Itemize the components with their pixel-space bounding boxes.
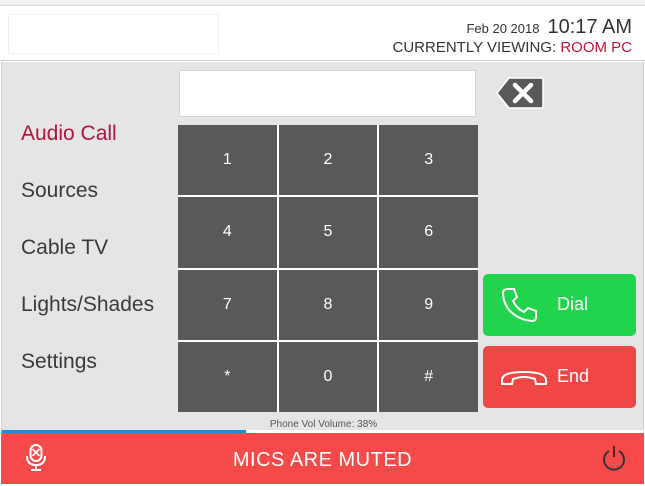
- key-0[interactable]: 0: [278, 341, 378, 412]
- dial-button[interactable]: Dial: [483, 274, 636, 336]
- nav-item-cable-tv[interactable]: Cable TV: [21, 236, 108, 260]
- viewing-label: CURRENTLY VIEWING:: [392, 39, 557, 56]
- hangup-icon: [501, 370, 547, 385]
- keypad: 1 2 3 4 5 6 7 8 9 * 0 #: [178, 125, 478, 412]
- backspace-icon[interactable]: [495, 75, 545, 111]
- phone-icon: [501, 288, 537, 323]
- key-6[interactable]: 6: [379, 197, 478, 268]
- key-4[interactable]: 4: [178, 197, 277, 268]
- mute-bar[interactable]: MICS ARE MUTED: [1, 433, 644, 484]
- date-time: Feb 20 2018 10:17 AM: [466, 16, 632, 39]
- end-label: End: [557, 366, 590, 386]
- phone-volume-label: Phone Vol Volume: 38%: [269, 419, 378, 430]
- power-icon[interactable]: [601, 445, 627, 476]
- nav-item-sources[interactable]: Sources: [21, 179, 98, 203]
- key-9[interactable]: 9: [379, 269, 478, 340]
- key-1[interactable]: 1: [178, 125, 277, 196]
- key-5[interactable]: 5: [278, 197, 378, 268]
- nav-item-lights-shades[interactable]: Lights/Shades: [21, 293, 154, 317]
- key-3[interactable]: 3: [379, 125, 478, 196]
- time-text: 10:17 AM: [547, 16, 632, 38]
- logo-area: [8, 14, 219, 54]
- main-panel: Audio Call Sources Cable TV Lights/Shade…: [1, 62, 645, 433]
- nav-item-audio-call[interactable]: Audio Call: [21, 122, 117, 146]
- dial-number-display[interactable]: [179, 70, 476, 117]
- date-text: Feb 20 2018: [466, 21, 540, 36]
- viewing-room: ROOM PC: [560, 39, 632, 56]
- key-8[interactable]: 8: [278, 269, 378, 340]
- currently-viewing: CURRENTLY VIEWING: ROOM PC: [393, 39, 632, 56]
- nav-item-settings[interactable]: Settings: [21, 350, 97, 374]
- key-star[interactable]: *: [178, 341, 277, 412]
- mics-muted-status: MICS ARE MUTED: [232, 449, 413, 471]
- dial-label: Dial: [557, 294, 589, 314]
- header-bar: Feb 20 2018 10:17 AM CURRENTLY VIEWING: R…: [0, 6, 645, 61]
- end-button[interactable]: End: [483, 346, 636, 408]
- touch-panel: Feb 20 2018 10:17 AM CURRENTLY VIEWING: R…: [0, 0, 645, 486]
- key-2[interactable]: 2: [278, 125, 378, 196]
- key-hash[interactable]: #: [379, 341, 478, 412]
- key-7[interactable]: 7: [178, 269, 277, 340]
